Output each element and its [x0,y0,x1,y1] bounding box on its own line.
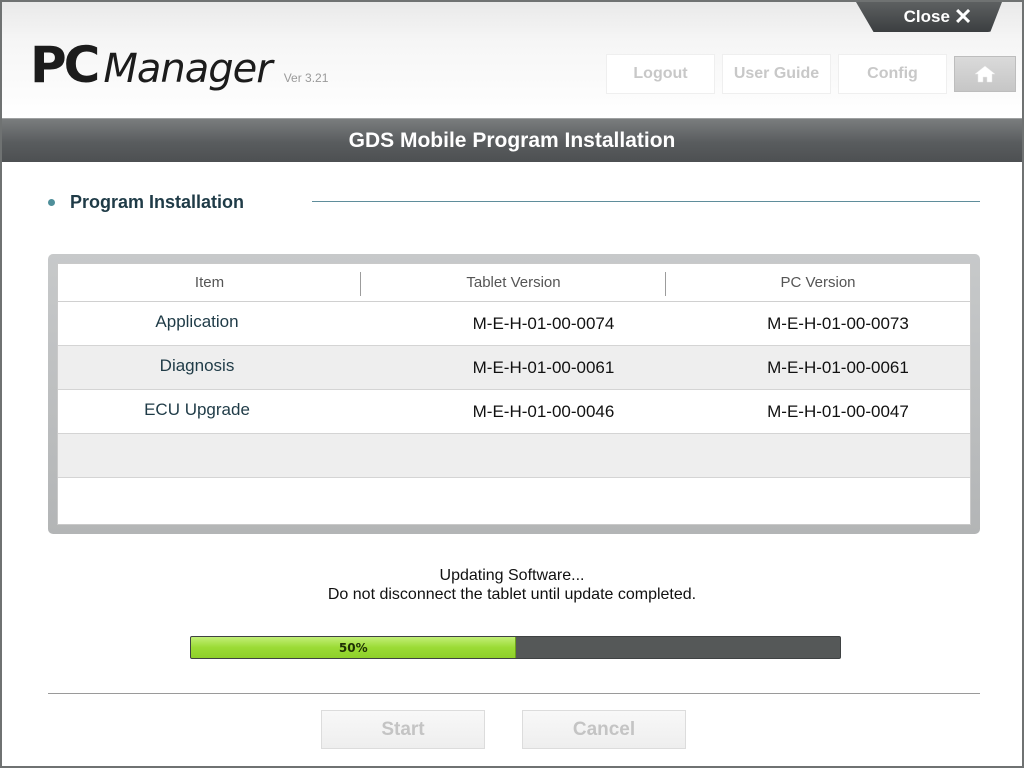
column-header-pc-version: PC Version [780,274,856,291]
cancel-button[interactable]: Cancel [522,710,686,749]
app-logo: PC Manager Ver 3.21 [30,36,328,94]
app-window: PC Manager Ver 3.21 Close ✕ Logout User … [0,0,1024,768]
logout-button[interactable]: Logout [606,54,715,94]
cell-tablet-version: M-E-H-01-00-0074 [472,313,615,333]
close-button[interactable]: Close ✕ [856,2,1002,32]
status-message: Updating Software... Do not disconnect t… [2,566,1022,604]
cell-item [58,434,336,477]
table-row[interactable]: ECU Upgrade M-E-H-01-00-0046 M-E-H-01-00… [58,390,970,434]
cell-pc-version [706,478,970,522]
status-line-1: Updating Software... [439,567,585,584]
header: PC Manager Ver 3.21 Close ✕ Logout User … [2,2,1022,118]
page-title: GDS Mobile Program Installation [2,118,1022,162]
version-table: Item Tablet Version PC Version Applicati… [57,263,971,525]
table-header: Item Tablet Version PC Version [58,264,970,302]
footer-divider [48,693,980,694]
column-header-tablet-version: Tablet Version [361,264,666,301]
cell-pc-version: M-E-H-01-00-0061 [767,357,909,377]
close-label: Close [903,7,950,26]
column-header-item: Item [58,264,361,301]
start-button[interactable]: Start [321,710,485,749]
home-icon [974,65,996,83]
cell-tablet-version: M-E-H-01-00-0046 [472,401,615,421]
config-button[interactable]: Config [838,54,947,94]
cell-item: ECU Upgrade [144,399,250,419]
cell-tablet-version: M-E-H-01-00-0061 [472,357,615,377]
section-divider [312,201,980,202]
version-label: Ver 3.21 [283,71,329,85]
cell-pc-version: M-E-H-01-00-0047 [767,401,909,421]
section-title: Program Installation [70,192,245,212]
logo-manager-text: Manager [103,46,272,92]
cell-item: Diagnosis [159,355,235,375]
section-heading: Program Installation [48,192,980,216]
close-x-icon: ✕ [953,4,973,29]
table-row-empty [58,478,970,522]
table-row[interactable]: Application M-E-H-01-00-0074 M-E-H-01-00… [58,302,970,346]
table-row-empty [58,434,970,478]
progress-label: 50% [338,640,368,655]
cell-pc-version [706,434,970,477]
cell-item: Application [155,311,239,331]
cell-item [58,478,336,522]
home-button[interactable] [954,56,1016,92]
cell-tablet-version [336,478,706,522]
cell-tablet-version [336,434,706,477]
version-table-frame: Item Tablet Version PC Version Applicati… [48,254,980,534]
user-guide-button[interactable]: User Guide [722,54,831,94]
progress-bar: 50% [190,636,841,659]
cell-pc-version: M-E-H-01-00-0073 [767,313,909,333]
table-row[interactable]: Diagnosis M-E-H-01-00-0061 M-E-H-01-00-0… [58,346,970,390]
logo-pc-text: PC [30,36,100,94]
bullet-icon [48,199,55,206]
status-line-2: Do not disconnect the tablet until updat… [327,586,697,603]
